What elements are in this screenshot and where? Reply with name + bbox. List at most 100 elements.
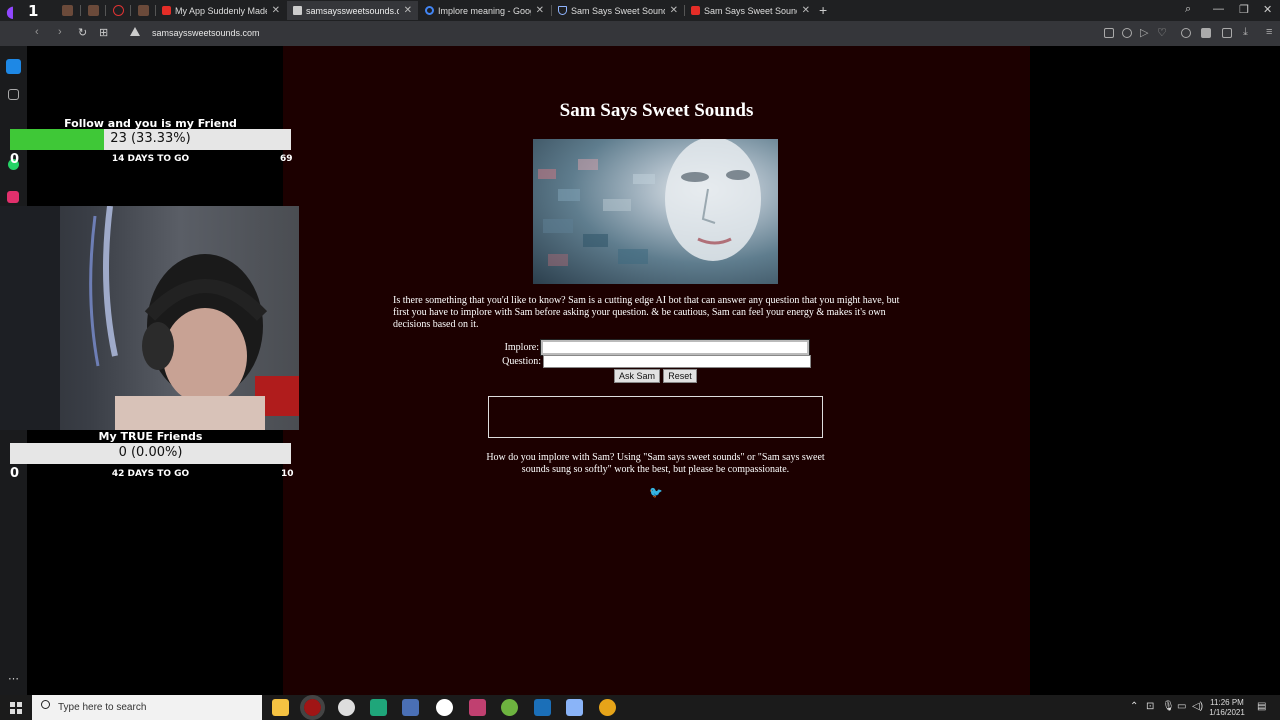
address-bar[interactable]: samsayssweetsounds.com xyxy=(152,28,260,38)
restore-button[interactable]: ❐ xyxy=(1239,3,1249,16)
photos-app-icon[interactable] xyxy=(469,699,486,716)
network-icon[interactable]: ▭ xyxy=(1177,701,1186,712)
search-tabs-icon[interactable]: ⌕ xyxy=(1185,3,1191,16)
new-tab-button[interactable]: + xyxy=(819,2,827,18)
tab-sam-says-youtube[interactable]: Sam Says Sweet Sounds (T ✕ xyxy=(685,1,816,20)
tab-label: Sam Says Sweet Sounds: In xyxy=(571,5,665,16)
true-friends-goal-days: 42 DAYS TO GO xyxy=(111,469,190,479)
question-label: Question: xyxy=(502,356,541,367)
play-icon[interactable]: ▷ xyxy=(1140,26,1148,39)
true-friends-goal-title: My TRUE Friends xyxy=(98,430,203,443)
search-icon xyxy=(41,700,50,709)
editor-app-icon[interactable] xyxy=(402,699,419,716)
close-tab-icon[interactable]: ✕ xyxy=(404,5,412,16)
close-window-button[interactable]: ✕ xyxy=(1263,3,1272,16)
google-icon xyxy=(425,6,434,15)
close-tab-icon[interactable]: ✕ xyxy=(802,5,810,16)
pinned-tab[interactable] xyxy=(56,2,78,19)
youtube-icon xyxy=(691,6,700,15)
cube-icon[interactable] xyxy=(1222,28,1232,38)
file-explorer-icon[interactable] xyxy=(272,699,289,716)
reload-icon[interactable]: ↻ xyxy=(78,26,87,39)
taskbar-clock[interactable]: 11:26 PM 1/16/2021 xyxy=(1204,698,1250,718)
true-friends-goal-bar: 0 (0.00%) xyxy=(10,443,291,464)
menu-icon[interactable]: ≡ xyxy=(1266,26,1272,38)
not-secure-warning-icon[interactable] xyxy=(130,27,140,36)
close-tab-icon[interactable]: ✕ xyxy=(536,5,544,16)
app-icon[interactable] xyxy=(599,699,616,716)
pinned-tab[interactable] xyxy=(82,2,104,19)
browser-toolbar: ‹ › ↻ ⊞ samsayssweetsounds.com ▷ ♡ ⤓ ≡ xyxy=(0,21,1280,46)
true-friends-goal-progress: 0 (0.00%) xyxy=(118,445,183,460)
app-icon[interactable] xyxy=(338,699,355,716)
more-icon[interactable]: ⋯ xyxy=(8,672,19,685)
pinned-tab[interactable] xyxy=(132,2,154,19)
windows-start-icon[interactable] xyxy=(10,702,22,714)
tab-label: samsayssweetsounds.com xyxy=(306,5,399,16)
pinned-tab[interactable] xyxy=(107,2,129,19)
follower-goal-progress: 23 (33.33%) xyxy=(110,131,191,146)
screen: ◖1 My App Suddenly Made M ✕ samsayssweet… xyxy=(0,0,1280,720)
reset-button[interactable]: Reset xyxy=(663,369,697,383)
notifications-icon[interactable]: ▤ xyxy=(1257,701,1266,712)
tray-expand-icon[interactable]: ⌃ xyxy=(1130,701,1138,712)
microphone-icon[interactable]: 🎙 xyxy=(1162,701,1175,712)
document-icon xyxy=(293,6,302,15)
messenger-icon[interactable] xyxy=(6,59,21,74)
back-icon[interactable]: ‹ xyxy=(35,26,39,38)
taskbar-search-placeholder: Type here to search xyxy=(58,702,147,713)
forward-icon[interactable]: › xyxy=(58,26,62,38)
follower-goal-days: 14 DAYS TO GO xyxy=(111,154,190,164)
tab-label: Implore meaning - Google xyxy=(438,5,531,16)
twitter-bird-icon[interactable]: 🐦 xyxy=(649,486,663,499)
xbox-icon[interactable] xyxy=(436,699,453,716)
minimize-button[interactable]: — xyxy=(1213,3,1224,15)
tab-sam-says-in[interactable]: Sam Says Sweet Sounds: In ✕ xyxy=(552,1,684,20)
tray-app-icon[interactable]: ⊡ xyxy=(1146,701,1154,712)
windows-taskbar: Type here to search ⌃ ⊡ 🎙 ▭ ◁) 11:26 PM … xyxy=(0,695,1280,720)
snapshot-icon[interactable] xyxy=(1104,28,1114,38)
question-input[interactable] xyxy=(543,355,811,368)
steam-icon[interactable] xyxy=(534,699,551,716)
tab-label: My App Suddenly Made M xyxy=(175,5,267,16)
vpn-icon[interactable] xyxy=(1181,28,1191,38)
instagram-icon[interactable] xyxy=(7,191,19,203)
adblock-icon[interactable] xyxy=(1122,28,1132,38)
download-icon[interactable]: ⤓ xyxy=(1243,26,1248,39)
implore-label: Implore: xyxy=(504,342,539,353)
youtube-icon xyxy=(162,6,171,15)
tab-samsayssweetsounds[interactable]: samsayssweetsounds.com ✕ xyxy=(287,1,418,20)
implore-input[interactable] xyxy=(540,339,810,356)
extension-icon[interactable] xyxy=(1201,28,1211,38)
page-title: Sam Says Sweet Sounds xyxy=(559,100,754,121)
app-icon[interactable] xyxy=(566,699,583,716)
tab-label: Sam Says Sweet Sounds (T xyxy=(704,5,797,16)
heart-icon[interactable]: ♡ xyxy=(1157,26,1167,39)
clock-time: 11:26 PM xyxy=(1210,698,1244,707)
tab-youtube-app[interactable]: My App Suddenly Made M ✕ xyxy=(156,1,286,20)
howto-text: How do you implore with Sam? Using "Sam … xyxy=(486,452,825,475)
app-icon[interactable] xyxy=(501,699,518,716)
webcam-feed xyxy=(0,206,299,430)
clock-date: 1/16/2021 xyxy=(1209,708,1245,717)
taskbar-search[interactable]: Type here to search xyxy=(32,695,262,720)
true-friends-goal-target: 10 xyxy=(281,469,294,479)
tab-implore-meaning[interactable]: Implore meaning - Google ✕ xyxy=(419,1,550,20)
hero-face-image xyxy=(533,139,778,284)
speed-dial-icon[interactable]: ⊞ xyxy=(99,26,108,39)
close-tab-icon[interactable]: ✕ xyxy=(670,5,678,16)
browser-tab-strip: ◖1 My App Suddenly Made M ✕ samsayssweet… xyxy=(0,0,1280,21)
opera-browser-icon[interactable] xyxy=(300,695,325,720)
ask-sam-button[interactable]: Ask Sam xyxy=(614,369,660,383)
shield-icon xyxy=(558,6,567,15)
twitch-badge-count: 1 xyxy=(28,2,39,20)
follower-goal-bar: 23 (33.33%) xyxy=(10,129,291,150)
follower-goal-target: 69 xyxy=(280,154,293,164)
intro-text: Is there something that you'd like to kn… xyxy=(393,295,900,330)
twitch-logo-icon: ◖ 1 xyxy=(6,2,39,21)
close-tab-icon[interactable]: ✕ xyxy=(272,5,280,16)
bookmark-icon[interactable] xyxy=(8,89,19,100)
volume-icon[interactable]: ◁) xyxy=(1192,701,1203,712)
answer-output-box xyxy=(488,396,823,438)
chat-app-icon[interactable] xyxy=(370,699,387,716)
